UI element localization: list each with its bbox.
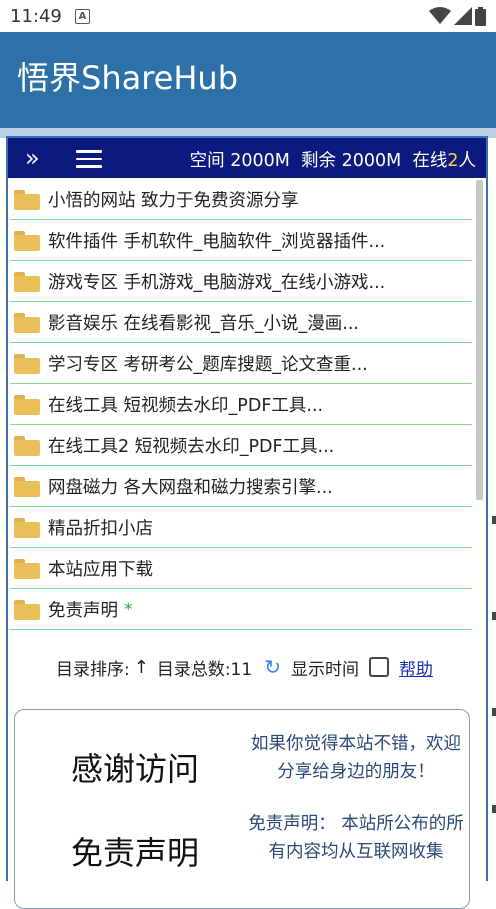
refresh-icon[interactable]: ↻ bbox=[264, 655, 281, 679]
storage-stats: 空间 2000M 剩余 2000M 在线2人 bbox=[190, 147, 476, 172]
battery-icon bbox=[475, 6, 486, 26]
folder-label: 本站应用下载 bbox=[48, 560, 153, 580]
total-count: 目录总数:11 bbox=[156, 659, 253, 680]
folder-row[interactable]: 精品折扣小店 bbox=[10, 508, 472, 548]
edge-marker bbox=[492, 612, 496, 620]
folder-icon bbox=[14, 189, 40, 210]
folder-label: 在线工具 短视频去水印_PDF工具... bbox=[48, 396, 324, 416]
status-bar: 11:49 A bbox=[0, 0, 496, 32]
wifi-icon bbox=[429, 7, 451, 24]
folder-row[interactable]: 在线工具 短视频去水印_PDF工具... bbox=[10, 385, 472, 425]
folder-icon bbox=[14, 312, 40, 333]
folder-label: 免责声明 bbox=[48, 601, 118, 621]
folder-icon bbox=[14, 558, 40, 579]
signal-icon bbox=[454, 7, 472, 25]
folder-label: 影音娱乐 在线看影视_音乐_小说_漫画... bbox=[48, 314, 359, 334]
show-time-label: 显示时间 bbox=[290, 659, 359, 680]
online-suffix: 人 bbox=[458, 151, 477, 171]
folder-icon bbox=[14, 271, 40, 292]
folder-row[interactable]: 本站应用下载 bbox=[10, 549, 472, 589]
edge-marker bbox=[492, 516, 496, 524]
file-browser-frame: » 空间 2000M 剩余 2000M 在线2人 小悟的网站 致力于免费资源分享… bbox=[6, 136, 488, 909]
folder-list: 小悟的网站 致力于免费资源分享 软件插件 手机软件_电脑软件_浏览器插件... … bbox=[10, 180, 472, 631]
app-title: 悟界ShareHub bbox=[17, 59, 239, 97]
status-time: 11:49 bbox=[10, 6, 62, 27]
folder-label: 精品折扣小店 bbox=[48, 519, 153, 539]
browser-toolbar: » 空间 2000M 剩余 2000M 在线2人 bbox=[8, 138, 486, 178]
folder-row[interactable]: 网盘磁力 各大网盘和磁力搜索引擎... bbox=[10, 467, 472, 507]
remaining-stat: 剩余 2000M bbox=[301, 151, 402, 171]
disclaimer-heading: 免责声明 bbox=[71, 834, 200, 872]
folder-row[interactable]: 在线工具2 短视频去水印_PDF工具... bbox=[10, 426, 472, 466]
notification-icon: A bbox=[75, 9, 90, 24]
list-scrollbar[interactable] bbox=[476, 180, 483, 500]
folder-icon bbox=[14, 476, 40, 497]
folder-label: 在线工具2 短视频去水印_PDF工具... bbox=[48, 437, 335, 457]
folder-label: 小悟的网站 致力于免费资源分享 bbox=[48, 191, 299, 211]
folder-label: 学习专区 考研考公_题库搜题_论文查重... bbox=[48, 355, 368, 375]
folder-row[interactable]: 软件插件 手机软件_电脑软件_浏览器插件... bbox=[10, 221, 472, 261]
edge-marker bbox=[492, 805, 496, 813]
thanks-heading: 感谢访问 bbox=[71, 750, 200, 788]
online-count: 2 bbox=[447, 151, 459, 171]
folder-row[interactable]: 学习专区 考研考公_题库搜题_论文查重... bbox=[10, 344, 472, 384]
list-controls: 目录排序: ↑ 目录总数:11 ↻ 显示时间 帮助 bbox=[56, 654, 476, 680]
folder-icon bbox=[14, 394, 40, 415]
folder-row[interactable]: 免责声明 * bbox=[10, 590, 472, 630]
folder-icon bbox=[14, 517, 40, 538]
new-marker: * bbox=[124, 599, 133, 620]
expand-chevron-icon[interactable]: » bbox=[25, 144, 40, 172]
folder-row[interactable]: 小悟的网站 致力于免费资源分享 bbox=[10, 180, 472, 220]
share-text: 如果你觉得本站不错，欢迎分享给身边的朋友！ bbox=[251, 734, 461, 782]
space-stat: 空间 2000M bbox=[189, 151, 290, 171]
app-bar: 悟界ShareHub bbox=[0, 32, 496, 128]
folder-row[interactable]: 游戏专区 手机游戏_电脑游戏_在线小游戏... bbox=[10, 262, 472, 302]
info-card: 感谢访问 如果你觉得本站不错，欢迎分享给身边的朋友！ 免责声明 免责声明： 本站… bbox=[14, 709, 470, 909]
folder-icon bbox=[14, 435, 40, 456]
edge-marker bbox=[492, 708, 496, 716]
folder-icon bbox=[14, 599, 40, 620]
folder-label: 游戏专区 手机游戏_电脑游戏_在线小游戏... bbox=[48, 273, 386, 293]
folder-row[interactable]: 影音娱乐 在线看影视_音乐_小说_漫画... bbox=[10, 303, 472, 343]
sort-arrow-icon[interactable]: ↑ bbox=[134, 657, 149, 678]
online-prefix: 在线 bbox=[412, 151, 448, 171]
folder-icon bbox=[14, 230, 40, 251]
sort-label: 目录排序: bbox=[56, 659, 130, 680]
folder-label: 网盘磁力 各大网盘和磁力搜索引擎... bbox=[48, 478, 333, 498]
status-icons bbox=[429, 6, 486, 26]
show-time-checkbox[interactable] bbox=[368, 657, 389, 677]
disclaimer-text: 免责声明： 本站所公布的所有内容均从互联网收集 bbox=[248, 814, 464, 862]
help-link[interactable]: 帮助 bbox=[399, 655, 433, 680]
hamburger-menu-icon[interactable] bbox=[76, 150, 102, 168]
folder-icon bbox=[14, 353, 40, 374]
folder-label: 软件插件 手机软件_电脑软件_浏览器插件... bbox=[48, 232, 386, 252]
